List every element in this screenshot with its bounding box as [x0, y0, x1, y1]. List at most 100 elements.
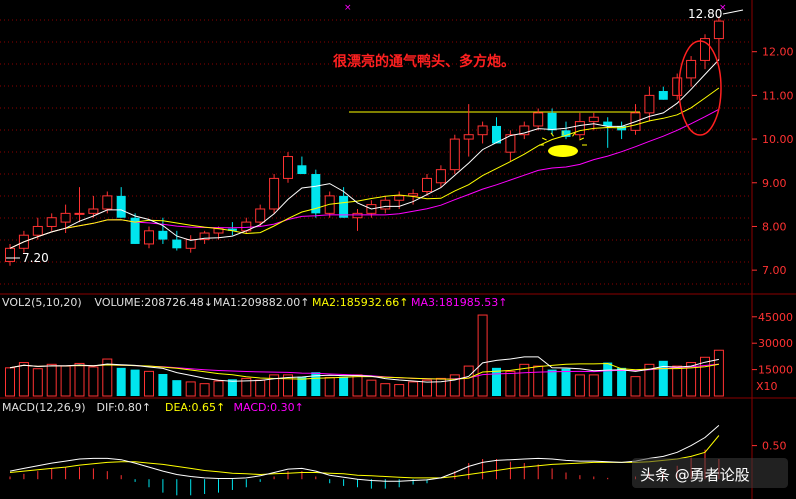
candle-body — [408, 193, 419, 197]
dif-line — [9, 425, 720, 482]
candle-body — [255, 208, 266, 223]
sun-highlight-icon — [548, 145, 578, 157]
candle-body — [352, 212, 363, 219]
candle-body — [172, 239, 182, 249]
volume-bar — [339, 376, 349, 396]
annotation-text: 很漂亮的通气鸭头、多方炮。 — [333, 53, 515, 70]
candle-body — [658, 91, 668, 100]
candle-body — [88, 208, 99, 214]
vol-header-item: VOLUME:208726.48↓ — [95, 296, 213, 309]
macd-y-tick-label: 0.50 — [762, 440, 787, 453]
volume-bar — [46, 363, 57, 397]
volume-bar — [394, 384, 405, 397]
candle-body — [588, 116, 599, 123]
volume-bar — [32, 368, 43, 397]
volume-bar — [352, 374, 363, 397]
y-tick-label: 12.00 — [762, 46, 794, 59]
candle-body — [422, 177, 432, 193]
candle-body — [449, 138, 460, 171]
volume-bar — [672, 365, 683, 397]
y-tick-label: 10.00 — [762, 133, 794, 146]
candle-body — [686, 59, 697, 79]
volume-bar — [88, 366, 99, 397]
candle-body — [547, 112, 557, 131]
candle-body — [644, 94, 655, 114]
stock-chart: 12.0011.0010.009.008.007.00× × VOL2(5,10,… — [0, 0, 796, 499]
volume-bar — [5, 367, 15, 397]
watermark-text: 头条 @勇者论股 — [640, 466, 750, 484]
volume-bar — [366, 379, 377, 397]
candle-body — [158, 230, 168, 240]
volume-bar — [144, 370, 154, 397]
volume-bar — [630, 376, 641, 397]
candle-body — [60, 212, 71, 223]
vol-header-item: VOL2(5,10,20) — [2, 296, 82, 309]
volume-panel: VOL2(5,10,20) VOLUME:208726.48↓ MA1:209882… — [2, 296, 793, 397]
volume-bar — [324, 377, 335, 397]
volume-bar — [116, 367, 126, 396]
volume-bar — [213, 380, 224, 397]
volume-bar — [533, 365, 544, 397]
y-tick-label: 8.00 — [762, 220, 787, 233]
candle-body — [74, 212, 85, 215]
volume-bar — [199, 383, 210, 397]
candlestick-panel: 12.0011.0010.009.008.007.00× × — [5, 3, 794, 277]
volume-bar — [74, 362, 85, 397]
candle-body — [477, 125, 488, 136]
candle-body — [32, 225, 43, 236]
candle-body — [102, 195, 113, 210]
volume-bar — [172, 380, 182, 396]
volume-bar — [130, 369, 140, 396]
volume-bar — [18, 362, 29, 397]
volume-bar — [574, 374, 585, 397]
watermark: 头条 @勇者论股 — [632, 458, 788, 488]
volume-bar — [463, 365, 474, 397]
y-tick-label: 7.00 — [762, 264, 787, 277]
vol-y-tick-label: 30000 — [758, 337, 793, 350]
volume-bar — [561, 368, 571, 396]
vol-y-tick-label: 45000 — [758, 311, 793, 324]
high-price-label: 12.80 — [688, 7, 722, 21]
low-price-label: 7.20 — [22, 251, 49, 265]
candle-body — [672, 77, 683, 96]
vol-y-tick-label: 15000 — [758, 364, 793, 377]
candle-body — [533, 112, 544, 127]
vol-ma1-line — [9, 356, 719, 383]
volume-bar — [547, 369, 557, 396]
vol-header-item: MA1:209882.00↑ — [213, 296, 309, 309]
volume-bar — [617, 367, 627, 396]
marker-x: × — [344, 3, 352, 13]
y-tick-label: 11.00 — [762, 89, 794, 102]
candle-body — [574, 121, 585, 136]
volume-bar — [255, 379, 266, 397]
candle-body — [297, 165, 307, 175]
vol-header-item: MA3:181985.53↑ — [411, 296, 507, 309]
volume-bar — [505, 370, 516, 397]
candle-body — [144, 230, 154, 245]
candle-body — [463, 134, 474, 140]
sun-ray — [542, 137, 547, 141]
candle-body — [5, 247, 15, 262]
y-tick-label: 9.00 — [762, 177, 787, 190]
candle-body — [283, 156, 293, 179]
macd-header-item: DEA:0.65↑ — [165, 401, 225, 414]
volume-bar — [227, 379, 237, 396]
volume-bar — [588, 374, 599, 397]
candle-body — [435, 169, 446, 184]
vol-ma2-line — [9, 362, 719, 380]
volume-bar — [449, 374, 460, 397]
candle-body — [269, 177, 280, 210]
volume-bar — [185, 381, 196, 397]
macd-header-item: MACD:0.30↑ — [234, 401, 304, 414]
macd-header-item: DIF:0.80↑ — [97, 401, 152, 414]
dea-line — [9, 435, 720, 479]
volume-bar — [408, 381, 419, 397]
candle-body — [46, 217, 57, 227]
vol-unit-label: X10 — [756, 380, 778, 393]
candle-body — [116, 195, 126, 218]
volume-bar — [158, 374, 168, 396]
volume-bar — [492, 367, 501, 396]
macd-header-item: MACD(12,26,9) — [2, 401, 86, 414]
volume-bar — [60, 365, 71, 397]
volume-bar — [380, 383, 391, 397]
